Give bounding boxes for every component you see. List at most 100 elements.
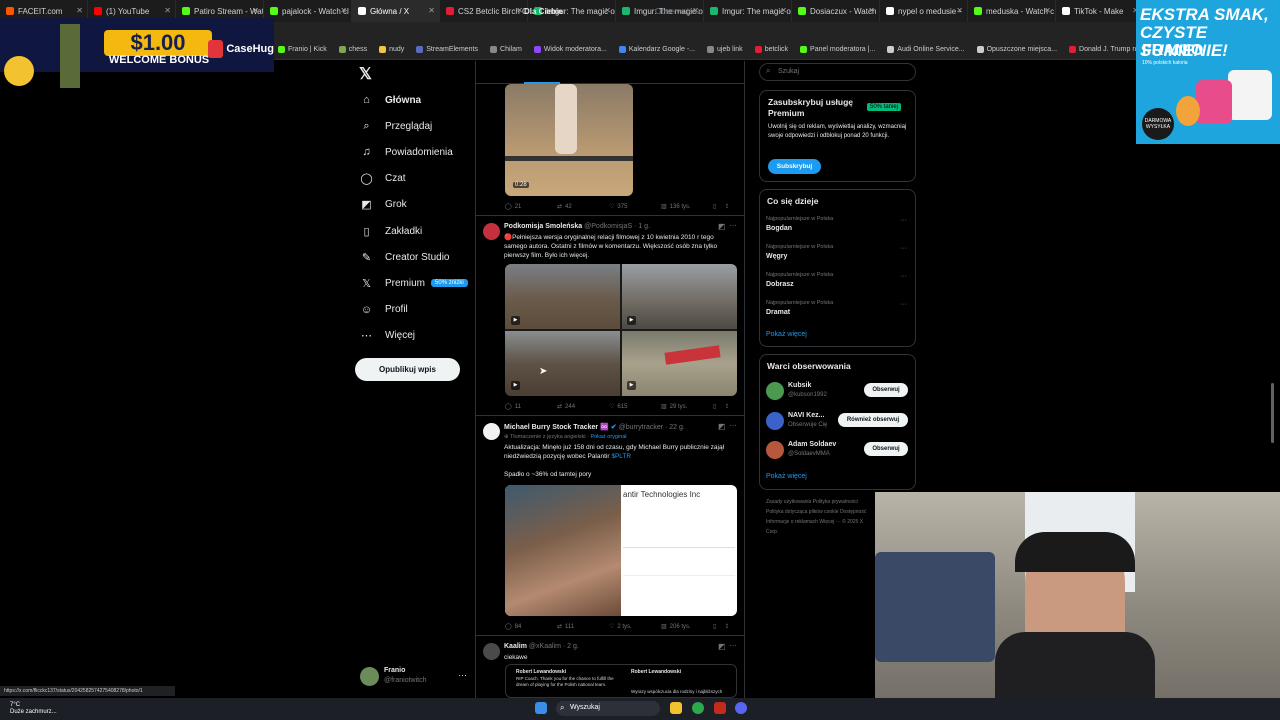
tab-for-you[interactable]: Dla Ciebie — [524, 7, 563, 16]
follow-avatar[interactable] — [766, 441, 784, 459]
nav-item-chat[interactable]: ◯ Czat — [360, 169, 405, 189]
trend-name[interactable]: Dobrasz — [766, 281, 794, 288]
follow-button[interactable]: Obserwuj — [864, 442, 908, 456]
bookmark-item[interactable]: Audi Online Service... — [887, 46, 965, 53]
nav-item-creator[interactable]: ✎ Creator Studio — [360, 247, 450, 267]
close-icon[interactable]: ✕ — [516, 6, 523, 15]
follow-avatar[interactable] — [766, 382, 784, 400]
tweet-image[interactable]: antir Technologies Inc — [505, 485, 737, 616]
weather-widget[interactable]: 7°C Duże zachmurz... — [10, 702, 57, 716]
close-icon[interactable]: ✕ — [956, 6, 963, 15]
bookmark-item[interactable]: Donald J. Trump ne... — [1069, 46, 1146, 53]
close-icon[interactable]: ✕ — [164, 6, 171, 15]
follow-show-more-link[interactable]: Pokaż więcej — [766, 473, 807, 480]
taskbar-search[interactable]: Wyszukaj — [556, 701, 660, 716]
trend-more-icon[interactable]: ··· — [900, 273, 907, 280]
views-button[interactable]: ▥ 29 tys. — [661, 403, 713, 411]
nav-item-home[interactable]: ⌂ Główna — [360, 90, 421, 110]
browser-tab[interactable]: Dosiaczux - Watch ✕ — [792, 0, 880, 22]
show-original-link[interactable]: Pokaż oryginał — [590, 434, 626, 440]
repost-button[interactable]: ⇄ 111 — [557, 623, 609, 631]
app-icon[interactable] — [714, 702, 726, 714]
share-button[interactable]: ⇪ — [724, 403, 729, 410]
browser-tab[interactable]: Główna / X ✕ — [352, 0, 440, 22]
close-icon[interactable]: ✕ — [340, 6, 347, 15]
repost-button[interactable]: ⇄ 42 — [557, 203, 609, 211]
nav-item-grok[interactable]: ◩ Grok — [360, 195, 406, 215]
like-button[interactable]: ♡ 375 — [609, 203, 661, 211]
grok-icon[interactable]: ◩ — [718, 642, 726, 651]
browser-tab[interactable]: CS2 Betclic Birch C ✕ — [440, 0, 528, 22]
tweet-video-thumbnail[interactable]: 0:28 — [505, 84, 633, 196]
browser-tab[interactable]: nypel o medusie - ✕ — [880, 0, 968, 22]
x-logo-icon[interactable]: 𝕏 — [359, 64, 372, 84]
tweet-author-avatar[interactable] — [483, 423, 500, 440]
bookmark-button[interactable]: ▯ — [713, 203, 716, 210]
trend-more-icon[interactable]: ··· — [900, 245, 907, 252]
close-icon[interactable]: ✕ — [252, 6, 259, 15]
footer-link[interactable]: Polityka prywatności — [813, 499, 858, 505]
media-thumbnail[interactable] — [622, 264, 737, 329]
bookmark-item[interactable]: StreamElements — [416, 46, 478, 53]
media-thumbnail[interactable] — [505, 264, 620, 329]
close-icon[interactable]: ✕ — [604, 6, 611, 15]
subscribe-button[interactable]: Subskrybuj — [768, 159, 821, 174]
account-name[interactable]: Franio — [384, 667, 405, 674]
follow-name[interactable]: Kubsik — [788, 382, 811, 389]
views-button[interactable]: ▥ 206 tys. — [661, 623, 713, 631]
tweet-author[interactable]: Kaalim @xKaalim · 2 g. — [504, 643, 579, 650]
browser-tab[interactable]: meduska - Watch c ✕ — [968, 0, 1056, 22]
nav-item-search[interactable]: ⌕ Przeglądaj — [360, 116, 432, 136]
nav-item-profile[interactable]: ☺ Profil — [360, 300, 408, 320]
close-icon[interactable]: ✕ — [428, 6, 435, 15]
trend-more-icon[interactable]: ··· — [900, 217, 907, 224]
nav-item-bell[interactable]: ♫ Powiadomienia — [360, 142, 452, 162]
grok-icon[interactable]: ◩ — [718, 422, 726, 431]
footer-link[interactable]: Zasady użytkowania — [766, 499, 811, 505]
discord-icon[interactable] — [735, 702, 747, 714]
follow-name[interactable]: Adam Soldaev — [788, 441, 836, 448]
close-icon[interactable]: ✕ — [868, 6, 875, 15]
bookmark-item[interactable]: Panel moderatora |... — [800, 46, 875, 53]
tweet-author[interactable]: Michael Burry Stock Tracker ♾️ ✔ @burryt… — [504, 423, 685, 431]
cashtag-link[interactable]: $PLTR — [611, 453, 631, 460]
account-more-icon[interactable]: ··· — [458, 670, 467, 680]
bookmark-item[interactable]: betclick — [754, 46, 788, 53]
footer-link[interactable]: Więcej ··· — [819, 519, 840, 525]
trend-name[interactable]: Bogdan — [766, 225, 792, 232]
tweet-more-icon[interactable]: ··· — [729, 421, 737, 430]
bookmark-button[interactable]: ▯ — [713, 623, 716, 630]
trend-more-icon[interactable]: ··· — [900, 301, 907, 308]
trends-show-more-link[interactable]: Pokaż więcej — [766, 331, 807, 338]
follow-name[interactable]: NAVI Kez... — [788, 412, 824, 419]
footer-link[interactable]: Informacje o reklamach — [766, 519, 818, 525]
footer-link[interactable]: Polityka dotycząca plików cookie — [766, 509, 839, 515]
reply-button[interactable]: ◯ 21 — [505, 203, 557, 211]
close-icon[interactable]: ✕ — [780, 6, 787, 15]
grok-icon[interactable]: ◩ — [718, 222, 726, 231]
tweet-author-avatar[interactable] — [483, 643, 500, 660]
bookmark-item[interactable]: nudy — [379, 46, 404, 53]
nav-item-x-premium[interactable]: 𝕏 Premium 50% zniżki — [360, 273, 468, 293]
footer-link[interactable]: Dostępność — [840, 509, 866, 515]
views-button[interactable]: ▥ 136 tys. — [661, 203, 713, 211]
tweet-author-avatar[interactable] — [483, 223, 500, 240]
bookmark-button[interactable]: ▯ — [713, 403, 716, 410]
share-button[interactable]: ⇪ — [724, 623, 729, 630]
search-input[interactable]: Szukaj — [759, 63, 916, 81]
browser-tab[interactable]: TikTok - Make✕ — [1056, 0, 1144, 22]
tab-following[interactable]: Obserwujesz — [655, 7, 701, 16]
windows-start-icon[interactable] — [535, 702, 547, 714]
bookmark-item[interactable]: chess — [338, 46, 367, 53]
page-scrollbar[interactable] — [1271, 383, 1274, 443]
bookmark-item[interactable]: Opuszczone miejsca... — [976, 46, 1057, 53]
share-button[interactable]: ⇪ — [724, 203, 729, 210]
close-icon[interactable]: ✕ — [76, 6, 83, 15]
post-button[interactable]: Opublikuj wpis — [355, 358, 460, 381]
follow-avatar[interactable] — [766, 411, 784, 430]
like-button[interactable]: ♡ 2 tys. — [609, 623, 661, 631]
like-button[interactable]: ♡ 615 — [609, 403, 661, 411]
tweet-more-icon[interactable]: ··· — [729, 641, 737, 650]
close-icon[interactable]: ✕ — [1044, 6, 1051, 15]
browser-tab[interactable]: pajalock - Watch cl ✕ — [264, 0, 352, 22]
